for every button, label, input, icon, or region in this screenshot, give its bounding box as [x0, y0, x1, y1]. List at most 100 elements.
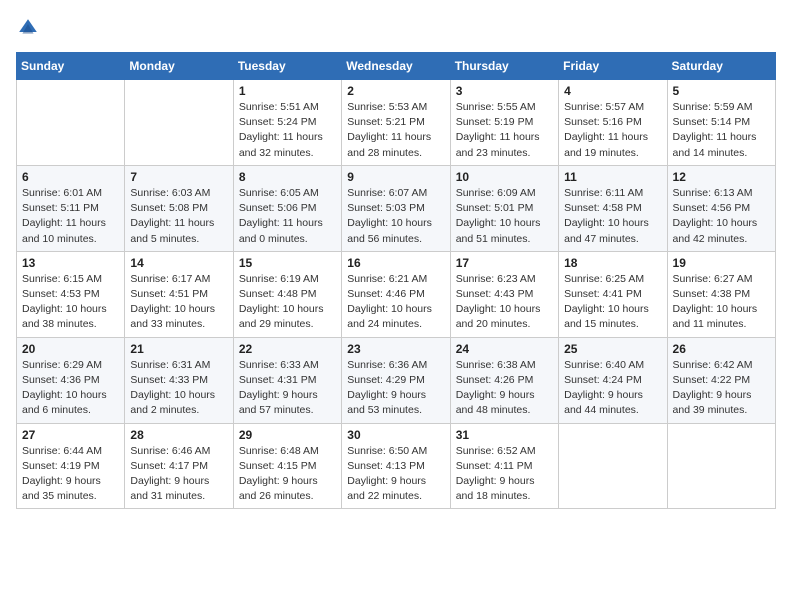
- day-number: 10: [456, 170, 553, 184]
- day-info: Sunrise: 5:51 AM Sunset: 5:24 PM Dayligh…: [239, 100, 336, 161]
- day-header-monday: Monday: [125, 53, 233, 80]
- day-number: 18: [564, 256, 661, 270]
- day-header-friday: Friday: [559, 53, 667, 80]
- day-info: Sunrise: 6:07 AM Sunset: 5:03 PM Dayligh…: [347, 186, 444, 247]
- day-number: 11: [564, 170, 661, 184]
- calendar-cell: 30 Sunrise: 6:50 AM Sunset: 4:13 PM Dayli…: [342, 423, 450, 509]
- day-number: 4: [564, 84, 661, 98]
- calendar-cell: 27Sunrise: 6:44 AM Sunset: 4:19 PM Dayli…: [17, 423, 125, 509]
- day-header-tuesday: Tuesday: [233, 53, 341, 80]
- calendar-cell: 7Sunrise: 6:03 AM Sunset: 5:08 PM Daylig…: [125, 165, 233, 251]
- day-number: 6: [22, 170, 119, 184]
- day-info: Sunrise: 6:48 AM Sunset: 4:15 PM Dayligh…: [239, 444, 336, 505]
- day-info: Sunrise: 5:55 AM Sunset: 5:19 PM Dayligh…: [456, 100, 553, 161]
- day-info: Sunrise: 6:21 AM Sunset: 4:46 PM Dayligh…: [347, 272, 444, 333]
- day-number: 12: [673, 170, 770, 184]
- day-number: 25: [564, 342, 661, 356]
- calendar-cell: 12Sunrise: 6:13 AM Sunset: 4:56 PM Dayli…: [667, 165, 775, 251]
- day-number: 21: [130, 342, 227, 356]
- day-number: 8: [239, 170, 336, 184]
- day-number: 24: [456, 342, 553, 356]
- calendar-cell: 4 Sunrise: 5:57 AM Sunset: 5:16 PM Daylig…: [559, 80, 667, 166]
- calendar-week-row: 6 Sunrise: 6:01 AM Sunset: 5:11 PM Daylig…: [17, 165, 776, 251]
- day-info: Sunrise: 6:38 AM Sunset: 4:26 PM Dayligh…: [456, 358, 553, 419]
- day-header-saturday: Saturday: [667, 53, 775, 80]
- day-number: 20: [22, 342, 119, 356]
- day-info: Sunrise: 6:36 AM Sunset: 4:29 PM Dayligh…: [347, 358, 444, 419]
- calendar-cell: 15 Sunrise: 6:19 AM Sunset: 4:48 PM Dayli…: [233, 251, 341, 337]
- day-info: Sunrise: 6:03 AM Sunset: 5:08 PM Dayligh…: [130, 186, 227, 247]
- calendar-cell: 25 Sunrise: 6:40 AM Sunset: 4:24 PM Dayli…: [559, 337, 667, 423]
- calendar-cell: 19 Sunrise: 6:27 AM Sunset: 4:38 PM Dayli…: [667, 251, 775, 337]
- calendar-week-row: 20 Sunrise: 6:29 AM Sunset: 4:36 PM Dayli…: [17, 337, 776, 423]
- day-info: Sunrise: 6:52 AM Sunset: 4:11 PM Dayligh…: [456, 444, 553, 505]
- day-header-sunday: Sunday: [17, 53, 125, 80]
- calendar-table: SundayMondayTuesdayWednesdayThursdayFrid…: [16, 52, 776, 509]
- day-info: Sunrise: 6:33 AM Sunset: 4:31 PM Dayligh…: [239, 358, 336, 419]
- day-number: 14: [130, 256, 227, 270]
- day-number: 31: [456, 428, 553, 442]
- calendar-cell: 23 Sunrise: 6:36 AM Sunset: 4:29 PM Dayli…: [342, 337, 450, 423]
- calendar-cell: 13 Sunrise: 6:15 AM Sunset: 4:53 PM Dayli…: [17, 251, 125, 337]
- day-info: Sunrise: 5:59 AM Sunset: 5:14 PM Dayligh…: [673, 100, 770, 161]
- logo: [16, 16, 44, 40]
- day-header-wednesday: Wednesday: [342, 53, 450, 80]
- calendar-cell: 29Sunrise: 6:48 AM Sunset: 4:15 PM Dayli…: [233, 423, 341, 509]
- calendar-cell: 11 Sunrise: 6:11 AM Sunset: 4:58 PM Dayli…: [559, 165, 667, 251]
- calendar-week-row: 13 Sunrise: 6:15 AM Sunset: 4:53 PM Dayli…: [17, 251, 776, 337]
- day-number: 28: [130, 428, 227, 442]
- calendar-cell: 16 Sunrise: 6:21 AM Sunset: 4:46 PM Dayli…: [342, 251, 450, 337]
- day-info: Sunrise: 6:01 AM Sunset: 5:11 PM Dayligh…: [22, 186, 119, 247]
- calendar-cell: 26 Sunrise: 6:42 AM Sunset: 4:22 PM Dayli…: [667, 337, 775, 423]
- calendar-cell: 17 Sunrise: 6:23 AM Sunset: 4:43 PM Dayli…: [450, 251, 558, 337]
- page-header: [16, 16, 776, 40]
- day-number: 13: [22, 256, 119, 270]
- day-number: 2: [347, 84, 444, 98]
- calendar-cell: 28 Sunrise: 6:46 AM Sunset: 4:17 PM Dayli…: [125, 423, 233, 509]
- calendar-cell: 5 Sunrise: 5:59 AM Sunset: 5:14 PM Daylig…: [667, 80, 775, 166]
- day-info: Sunrise: 6:46 AM Sunset: 4:17 PM Dayligh…: [130, 444, 227, 505]
- calendar-cell: 6 Sunrise: 6:01 AM Sunset: 5:11 PM Daylig…: [17, 165, 125, 251]
- day-number: 26: [673, 342, 770, 356]
- day-number: 22: [239, 342, 336, 356]
- day-info: Sunrise: 6:50 AM Sunset: 4:13 PM Dayligh…: [347, 444, 444, 505]
- calendar-cell: 21 Sunrise: 6:31 AM Sunset: 4:33 PM Dayli…: [125, 337, 233, 423]
- day-info: Sunrise: 6:25 AM Sunset: 4:41 PM Dayligh…: [564, 272, 661, 333]
- day-number: 9: [347, 170, 444, 184]
- calendar-cell: 22 Sunrise: 6:33 AM Sunset: 4:31 PM Dayli…: [233, 337, 341, 423]
- day-info: Sunrise: 6:15 AM Sunset: 4:53 PM Dayligh…: [22, 272, 119, 333]
- calendar-cell: [17, 80, 125, 166]
- calendar-header-row: SundayMondayTuesdayWednesdayThursdayFrid…: [17, 53, 776, 80]
- day-info: Sunrise: 6:44 AM Sunset: 4:19 PM Dayligh…: [22, 444, 119, 505]
- day-number: 16: [347, 256, 444, 270]
- day-number: 5: [673, 84, 770, 98]
- day-number: 17: [456, 256, 553, 270]
- day-info: Sunrise: 6:29 AM Sunset: 4:36 PM Dayligh…: [22, 358, 119, 419]
- day-info: Sunrise: 6:19 AM Sunset: 4:48 PM Dayligh…: [239, 272, 336, 333]
- day-info: Sunrise: 6:31 AM Sunset: 4:33 PM Dayligh…: [130, 358, 227, 419]
- day-info: Sunrise: 6:17 AM Sunset: 4:51 PM Dayligh…: [130, 272, 227, 333]
- calendar-cell: 31 Sunrise: 6:52 AM Sunset: 4:11 PM Dayli…: [450, 423, 558, 509]
- day-number: 23: [347, 342, 444, 356]
- day-number: 1: [239, 84, 336, 98]
- calendar-cell: 18 Sunrise: 6:25 AM Sunset: 4:41 PM Dayli…: [559, 251, 667, 337]
- day-info: Sunrise: 6:09 AM Sunset: 5:01 PM Dayligh…: [456, 186, 553, 247]
- day-number: 15: [239, 256, 336, 270]
- day-info: Sunrise: 6:40 AM Sunset: 4:24 PM Dayligh…: [564, 358, 661, 419]
- day-number: 3: [456, 84, 553, 98]
- day-info: Sunrise: 6:11 AM Sunset: 4:58 PM Dayligh…: [564, 186, 661, 247]
- day-info: Sunrise: 5:57 AM Sunset: 5:16 PM Dayligh…: [564, 100, 661, 161]
- day-info: Sunrise: 6:27 AM Sunset: 4:38 PM Dayligh…: [673, 272, 770, 333]
- logo-icon: [16, 16, 40, 40]
- day-info: Sunrise: 6:23 AM Sunset: 4:43 PM Dayligh…: [456, 272, 553, 333]
- calendar-cell: 10 Sunrise: 6:09 AM Sunset: 5:01 PM Dayli…: [450, 165, 558, 251]
- calendar-cell: [559, 423, 667, 509]
- day-number: 30: [347, 428, 444, 442]
- calendar-cell: [667, 423, 775, 509]
- calendar-cell: 3 Sunrise: 5:55 AM Sunset: 5:19 PM Daylig…: [450, 80, 558, 166]
- day-number: 19: [673, 256, 770, 270]
- calendar-cell: 14 Sunrise: 6:17 AM Sunset: 4:51 PM Dayli…: [125, 251, 233, 337]
- calendar-cell: 2Sunrise: 5:53 AM Sunset: 5:21 PM Daylig…: [342, 80, 450, 166]
- day-info: Sunrise: 6:42 AM Sunset: 4:22 PM Dayligh…: [673, 358, 770, 419]
- calendar-cell: 20 Sunrise: 6:29 AM Sunset: 4:36 PM Dayli…: [17, 337, 125, 423]
